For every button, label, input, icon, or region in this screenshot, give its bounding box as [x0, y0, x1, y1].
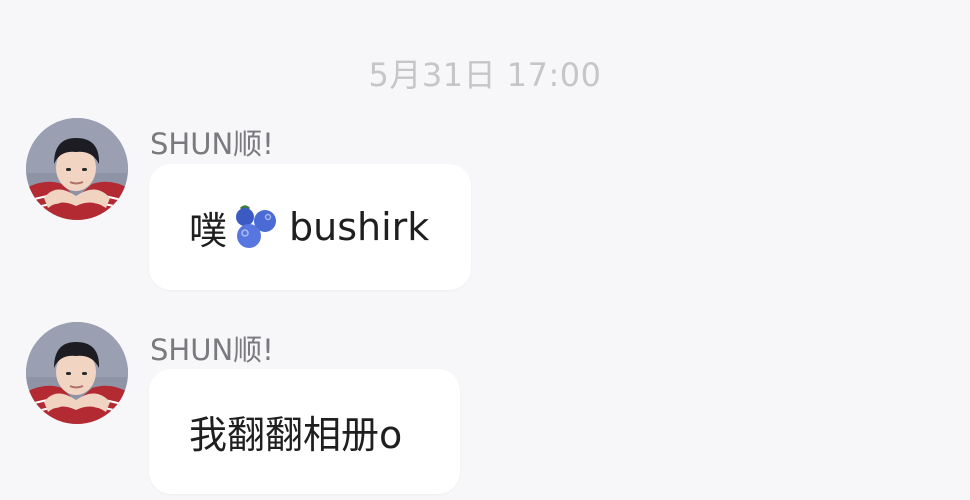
- avatar[interactable]: [26, 322, 128, 424]
- avatar[interactable]: [26, 118, 128, 220]
- sender-name: SHUN顺!: [150, 333, 274, 367]
- blueberries-icon: [231, 203, 279, 251]
- message-timestamp: 5月31日 17:00: [368, 56, 602, 94]
- message-bubble[interactable]: 我翻翻相册o: [149, 369, 460, 494]
- message-text: bushirk: [289, 205, 430, 249]
- message-text: 噗: [189, 208, 228, 253]
- message-bubble[interactable]: 噗 bushirk: [149, 164, 471, 290]
- sender-name: SHUN顺!: [150, 127, 274, 161]
- message-text: 我翻翻相册o: [189, 413, 403, 457]
- chat-view: 5月31日 17:00 SHUN顺! 噗 bushirk SHUN顺! 我翻翻相…: [0, 0, 970, 500]
